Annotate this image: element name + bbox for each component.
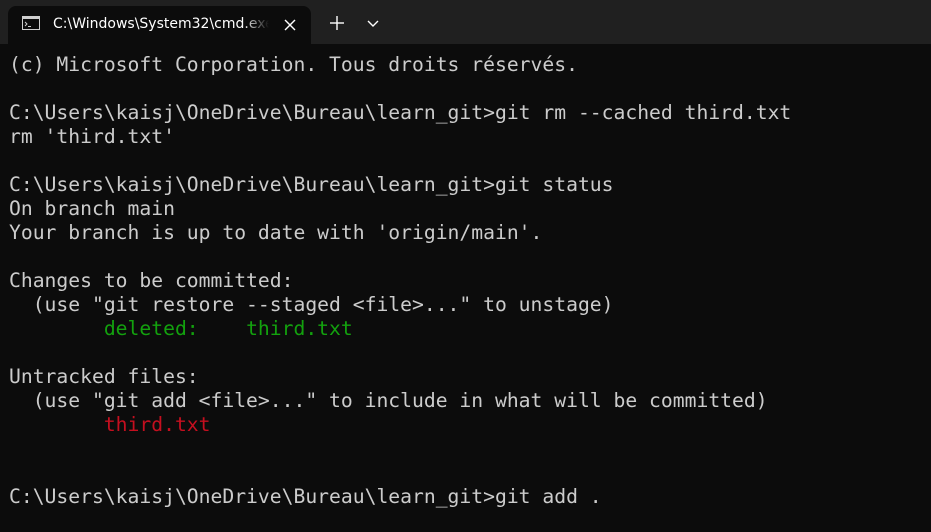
command-line-rm: C:\Users\kaisj\OneDrive\Bureau\learn_git… xyxy=(9,101,792,124)
deleted-file-line: deleted: third.txt xyxy=(9,317,924,341)
close-icon[interactable] xyxy=(283,18,297,32)
tab-title: C:\Windows\System32\cmd.exe xyxy=(53,16,269,32)
untracked-header-line: Untracked files: xyxy=(9,365,199,388)
restore-hint-line: (use "git restore --staged <file>..." to… xyxy=(9,293,614,316)
console-output[interactable]: (c) Microsoft Corporation. Tous droits r… xyxy=(9,53,924,509)
command-line-add: C:\Users\kaisj\OneDrive\Bureau\learn_git… xyxy=(9,485,602,508)
command-line-status: C:\Users\kaisj\OneDrive\Bureau\learn_git… xyxy=(9,173,614,196)
add-hint-line: (use "git add <file>..." to include in w… xyxy=(9,389,768,412)
chevron-down-icon[interactable] xyxy=(361,10,385,36)
plus-icon[interactable] xyxy=(323,10,351,36)
tab-cmd[interactable]: C:\Windows\System32\cmd.exe xyxy=(8,6,311,44)
untracked-file-entry: third.txt xyxy=(103,413,211,436)
terminal-window: C:\Windows\System32\cmd.exe (c) Microsof… xyxy=(0,0,931,532)
copyright-line: (c) Microsoft Corporation. Tous droits r… xyxy=(9,53,578,76)
rm-output-line: rm 'third.txt' xyxy=(9,125,175,148)
branch-line: On branch main xyxy=(9,197,175,220)
up-to-date-line: Your branch is up to date with 'origin/m… xyxy=(9,221,543,244)
deleted-file-entry: deleted: third.txt xyxy=(103,317,353,340)
command-prompt-icon xyxy=(22,16,40,30)
changes-header-line: Changes to be committed: xyxy=(9,269,294,292)
title-bar: C:\Windows\System32\cmd.exe xyxy=(0,0,931,44)
untracked-file-line: third.txt xyxy=(9,413,924,437)
